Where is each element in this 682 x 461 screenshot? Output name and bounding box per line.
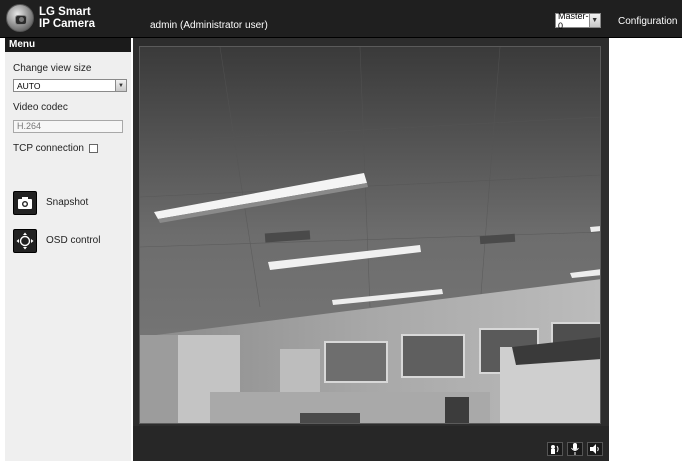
volume-icon[interactable] bbox=[587, 442, 603, 456]
sidebar: Menu Change view size AUTO ▼ Video codec… bbox=[5, 38, 131, 461]
microphone-icon[interactable] bbox=[567, 442, 583, 456]
codec-field: H.264 bbox=[13, 120, 123, 133]
osd-control-label[interactable]: OSD control bbox=[46, 235, 100, 246]
brand-title: LG Smart IP Camera bbox=[39, 6, 95, 30]
speaker-icon[interactable] bbox=[547, 442, 563, 456]
tcp-checkbox[interactable] bbox=[89, 144, 98, 153]
brand-line-2: IP Camera bbox=[39, 18, 96, 30]
dpad-icon bbox=[16, 232, 34, 250]
snapshot-button[interactable] bbox=[13, 191, 37, 215]
live-video-feed[interactable] bbox=[139, 46, 601, 424]
stream-select[interactable]: Master-0 ▼ bbox=[555, 10, 601, 31]
user-label: admin (Administrator user) bbox=[150, 20, 268, 31]
chevron-down-icon: ▼ bbox=[115, 80, 126, 91]
camera-logo-icon bbox=[6, 4, 34, 32]
video-viewer bbox=[133, 38, 609, 461]
menu-title: Menu bbox=[5, 38, 131, 52]
view-size-select[interactable]: AUTO ▼ bbox=[13, 79, 127, 92]
camera-view-image bbox=[140, 47, 600, 423]
tcp-label: TCP connection bbox=[13, 143, 84, 154]
snapshot-label[interactable]: Snapshot bbox=[46, 197, 88, 208]
view-size-label: Change view size bbox=[13, 63, 92, 74]
stream-select-value: Master-0 bbox=[558, 10, 589, 31]
configuration-link[interactable]: Configuration bbox=[618, 16, 677, 27]
chevron-down-icon: ▼ bbox=[588, 14, 600, 27]
osd-control-button[interactable] bbox=[13, 229, 37, 253]
top-bar: LG Smart IP Camera admin (Administrator … bbox=[0, 0, 682, 38]
camera-icon bbox=[18, 197, 32, 209]
microphone-icon-graphic bbox=[571, 443, 579, 455]
brand-line-1: LG Smart bbox=[39, 6, 91, 18]
view-size-value: AUTO bbox=[17, 80, 41, 91]
speaker-icon-graphic bbox=[551, 445, 559, 454]
volume-icon-graphic bbox=[590, 444, 599, 454]
viewer-control-bar bbox=[133, 426, 609, 461]
codec-label: Video codec bbox=[13, 102, 68, 113]
